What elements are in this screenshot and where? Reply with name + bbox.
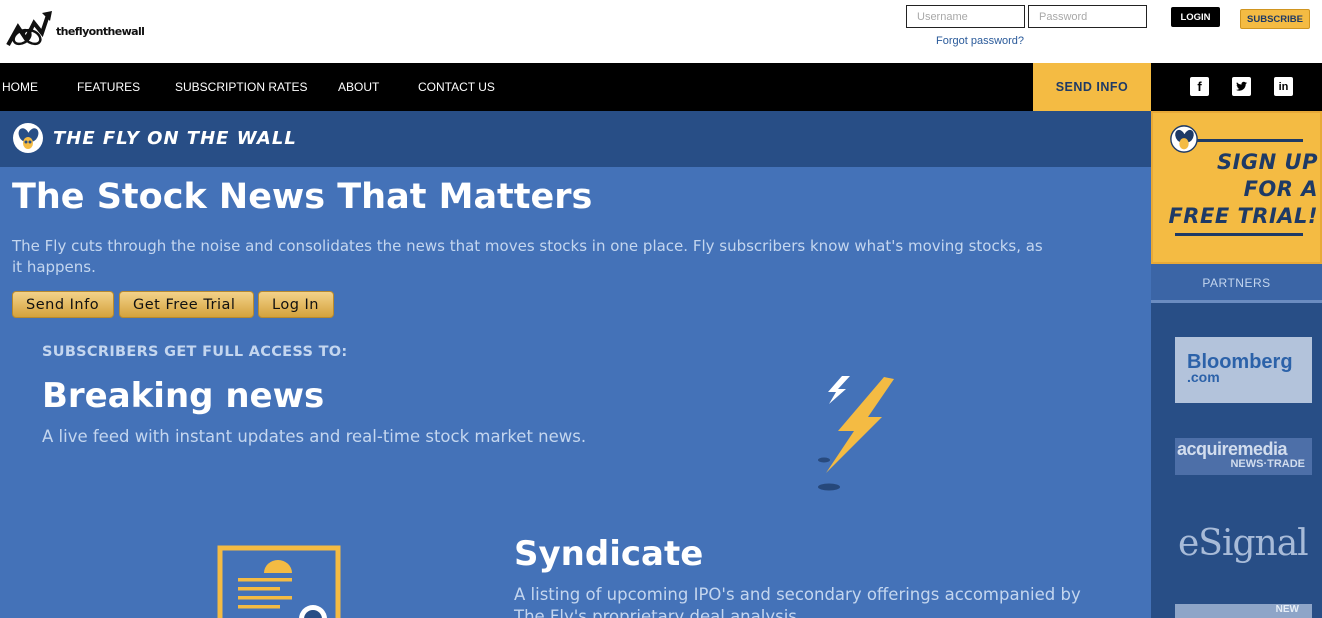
- signup-divider-bottom: [1175, 233, 1303, 236]
- feature-title-syndicate: Syndicate: [514, 534, 704, 574]
- nav-features[interactable]: FEATURES: [77, 80, 140, 94]
- right-sidebar: SIGN UP FOR A FREE TRIAL! PARTNERS Bloom…: [1151, 111, 1322, 618]
- signup-line-3: FREE TRIAL!: [1168, 204, 1318, 228]
- password-input[interactable]: [1028, 5, 1147, 28]
- signup-free-trial-banner[interactable]: SIGN UP FOR A FREE TRIAL!: [1151, 111, 1322, 264]
- document-icon: [217, 545, 341, 618]
- login-button[interactable]: LOGIN: [1171, 7, 1220, 27]
- signup-text: SIGN UP FOR A FREE TRIAL!: [1163, 149, 1318, 230]
- send-info-button[interactable]: Send Info: [12, 291, 114, 318]
- fly-logo-icon: [6, 11, 52, 46]
- access-heading: SUBSCRIBERS GET FULL ACCESS TO:: [42, 344, 348, 360]
- site-logo-text: theflyonthewall: [56, 24, 145, 38]
- top-header: theflyonthewall Forgot password? LOGIN S…: [0, 0, 1322, 63]
- nav-home[interactable]: HOME: [2, 80, 38, 94]
- section-header: THE FLY ON THE WALL: [0, 111, 1151, 167]
- feature-desc-breaking-news: A live feed with instant updates and rea…: [42, 427, 587, 446]
- subscribe-button[interactable]: SUBSCRIBE: [1240, 9, 1310, 29]
- partner-logo-bloomberg[interactable]: Bloomberg .com: [1175, 337, 1312, 403]
- section-title: THE FLY ON THE WALL: [53, 128, 297, 149]
- feature-desc-syndicate: A listing of upcoming IPO's and secondar…: [514, 585, 1081, 618]
- log-in-button[interactable]: Log In: [258, 291, 334, 318]
- nav-contact-us[interactable]: CONTACT US: [418, 80, 495, 94]
- send-info-tab[interactable]: SEND INFO: [1033, 63, 1151, 111]
- forgot-password-link[interactable]: Forgot password?: [936, 35, 1024, 47]
- linkedin-icon[interactable]: in: [1274, 77, 1293, 96]
- intro-paragraph: The Fly cuts through the noise and conso…: [12, 237, 1043, 276]
- username-input[interactable]: [906, 5, 1025, 28]
- get-free-trial-button[interactable]: Get Free Trial: [119, 291, 254, 318]
- fly-mascot-icon: [13, 123, 43, 153]
- signup-line-1: SIGN UP: [1216, 150, 1318, 174]
- site-logo[interactable]: theflyonthewall: [4, 7, 164, 55]
- partner-esignal-name: eSignal: [1178, 523, 1309, 564]
- main-nav: HOME FEATURES SUBSCRIPTION RATES ABOUT C…: [0, 63, 1322, 111]
- partner-new-label: NEW: [1275, 604, 1299, 615]
- partners-header: PARTNERS: [1151, 264, 1322, 303]
- feature-title-breaking-news: Breaking news: [42, 376, 325, 416]
- main-content: THE FLY ON THE WALL The Stock News That …: [0, 111, 1151, 618]
- twitter-icon[interactable]: [1232, 77, 1251, 96]
- partner-logo-esignal[interactable]: eSignal: [1175, 509, 1312, 575]
- partner-acquiremedia-tagline: NEWS·TRADE: [1230, 458, 1305, 470]
- nav-subscription-rates[interactable]: SUBSCRIPTION RATES: [175, 80, 307, 94]
- partner-acquiremedia-name: acquiremedia: [1177, 439, 1288, 459]
- page-headline: The Stock News That Matters: [12, 177, 593, 217]
- partner-logo-new[interactable]: NEW: [1175, 604, 1312, 618]
- partners-label: PARTNERS: [1202, 276, 1271, 290]
- lightning-bolt-icon: [818, 376, 894, 491]
- partner-logo-acquiremedia[interactable]: acquiremedia NEWS·TRADE: [1175, 438, 1312, 475]
- twitter-bird-icon: [1235, 81, 1248, 91]
- nav-about[interactable]: ABOUT: [338, 80, 379, 94]
- facebook-icon[interactable]: f: [1190, 77, 1209, 96]
- signup-line-2: FOR A: [1243, 177, 1318, 201]
